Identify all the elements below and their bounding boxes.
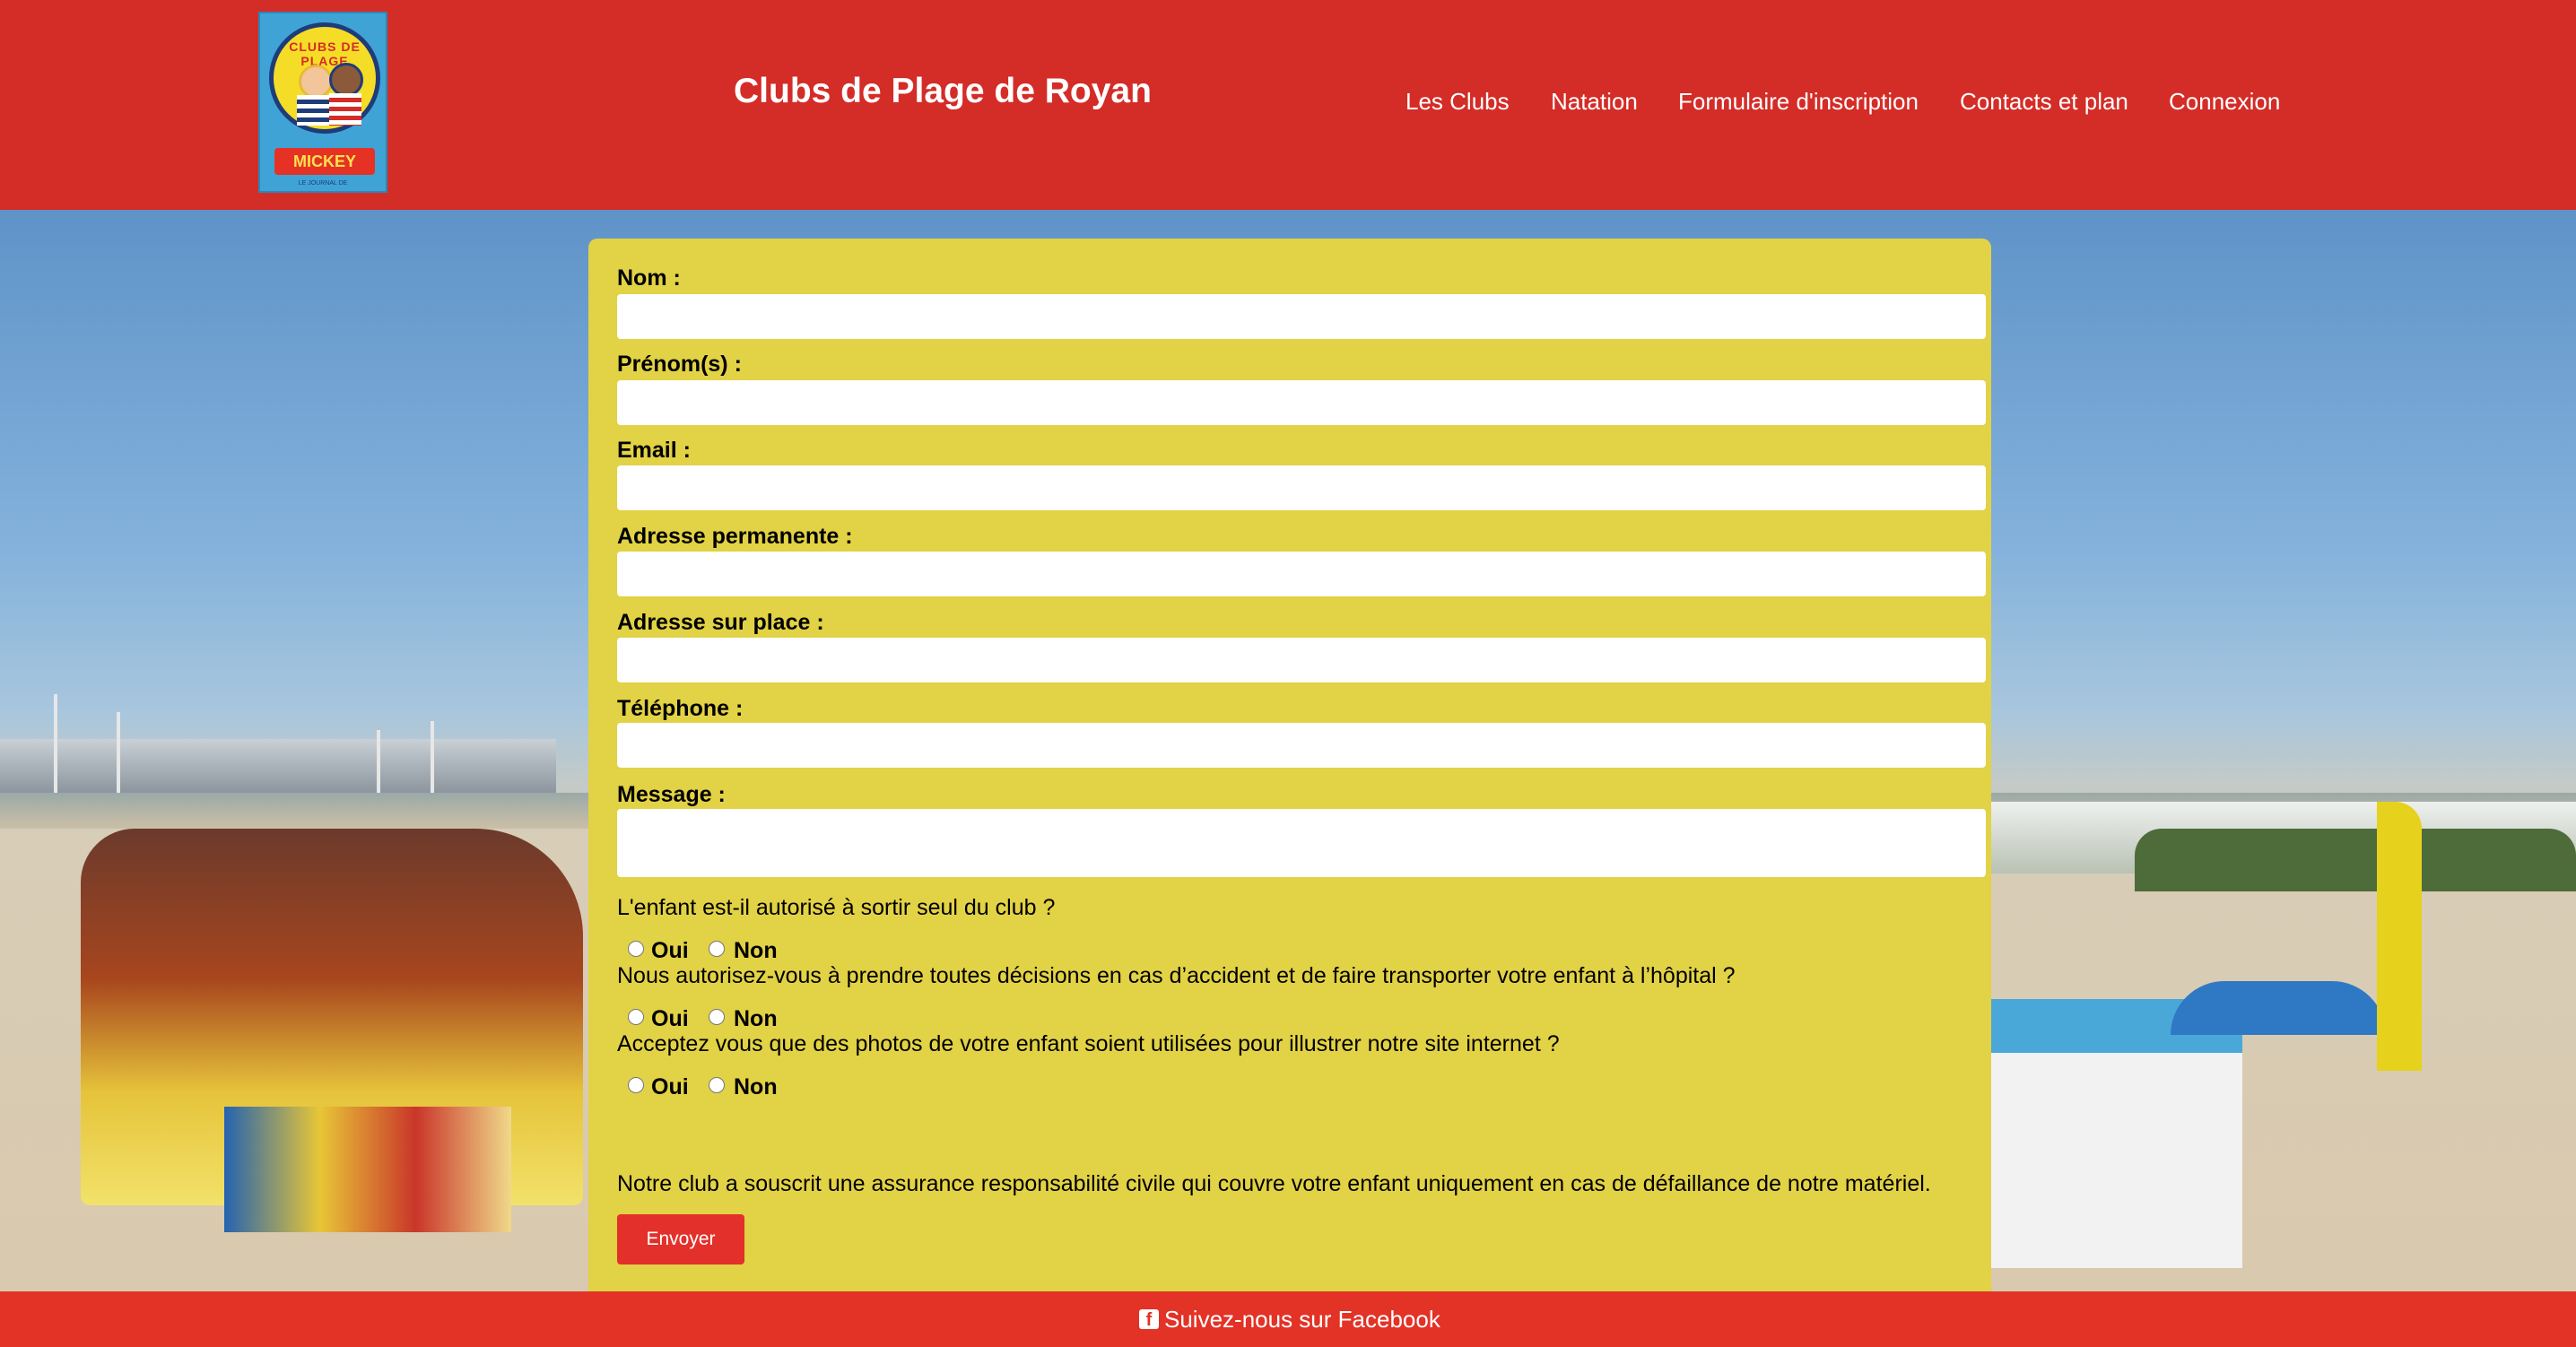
radio-label-non: Non <box>734 1074 778 1099</box>
photo-umbrella <box>2171 981 2386 1035</box>
question-sortir-seul: L'enfant est-il autorisé à sortir seul d… <box>617 895 1056 920</box>
logo-small-text: LE JOURNAL DE <box>298 180 348 187</box>
prenom-input[interactable] <box>617 380 1986 425</box>
insurance-note: Notre club a souscrit une assurance resp… <box>617 1171 1931 1196</box>
photo-banner <box>224 1107 511 1232</box>
email-label: Email : <box>617 438 691 463</box>
question-accident-hopital: Nous autorisez-vous à prendre toutes déc… <box>617 963 1736 988</box>
nav-natation[interactable]: Natation <box>1551 88 1638 116</box>
main-nav: Les Clubs Natation Formulaire d'inscript… <box>0 88 2576 118</box>
radio-label-non: Non <box>734 938 778 963</box>
message-label: Message : <box>617 782 726 807</box>
nav-connexion[interactable]: Connexion <box>2169 88 2280 116</box>
question-photos-site: Acceptez vous que des photos de votre en… <box>617 1031 1560 1056</box>
adresse-sur-place-label: Adresse sur place : <box>617 610 824 635</box>
telephone-input[interactable] <box>617 723 1986 768</box>
nav-contacts-et-plan[interactable]: Contacts et plan <box>1960 88 2128 116</box>
photo-trees <box>2135 829 2576 891</box>
radio-label-oui: Oui <box>651 938 689 963</box>
radio-accident-oui[interactable] <box>628 1009 644 1025</box>
radio-sortir-seul-non[interactable] <box>709 941 725 957</box>
logo-mickey-wordmark: MICKEY <box>274 148 375 175</box>
registration-form: Nom : Prénom(s) : Email : Adresse perman… <box>588 239 1991 1291</box>
photo-mickey-flag <box>2377 802 2422 1071</box>
photo-beach-hut <box>1991 999 2242 1268</box>
radio-sortir-seul-oui[interactable] <box>628 941 644 957</box>
nom-label: Nom : <box>617 265 681 291</box>
nom-input[interactable] <box>617 294 1986 339</box>
facebook-link[interactable]: f Suivez-nous sur Facebook <box>1139 1306 1440 1333</box>
email-input[interactable] <box>617 465 1986 510</box>
radio-group-sortir-seul: Oui Non <box>622 936 981 963</box>
radio-photos-oui[interactable] <box>628 1077 644 1093</box>
radio-group-accident-hopital: Oui Non <box>622 1004 981 1031</box>
radio-label-oui: Oui <box>651 1006 689 1031</box>
facebook-link-label: Suivez-nous sur Facebook <box>1164 1306 1440 1333</box>
nav-les-clubs[interactable]: Les Clubs <box>1405 88 1510 116</box>
adresse-permanente-label: Adresse permanente : <box>617 524 853 549</box>
message-textarea[interactable] <box>617 809 1986 877</box>
facebook-icon: f <box>1139 1309 1159 1329</box>
radio-label-non: Non <box>734 1006 778 1031</box>
nav-formulaire-inscription[interactable]: Formulaire d'inscription <box>1678 88 1919 116</box>
photo-harbor-town <box>0 739 556 793</box>
prenom-label: Prénom(s) : <box>617 352 742 377</box>
site-header: CLUBS DE PLAGE MICKEY LE JOURNAL DE Club… <box>0 0 2576 210</box>
envoyer-button[interactable]: Envoyer <box>617 1214 744 1264</box>
adresse-permanente-input[interactable] <box>617 552 1986 596</box>
radio-accident-non[interactable] <box>709 1009 725 1025</box>
radio-group-photos-site: Oui Non <box>622 1073 981 1099</box>
radio-label-oui: Oui <box>651 1074 689 1099</box>
logo-badge-text: CLUBS DE PLAGE <box>289 39 361 68</box>
adresse-sur-place-input[interactable] <box>617 638 1986 682</box>
telephone-label: Téléphone : <box>617 696 744 721</box>
radio-photos-non[interactable] <box>709 1077 725 1093</box>
site-footer: f Suivez-nous sur Facebook <box>0 1291 2576 1347</box>
